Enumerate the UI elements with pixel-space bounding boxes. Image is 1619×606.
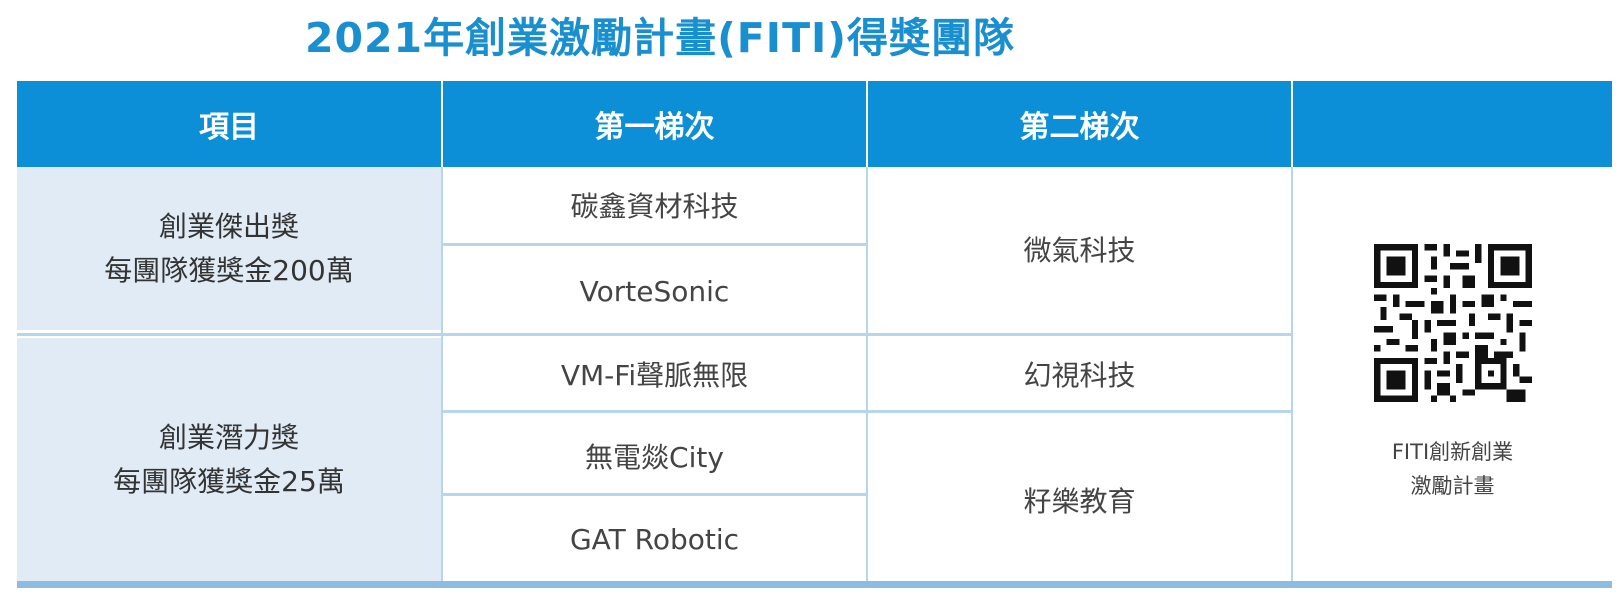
column-divider (1291, 167, 1293, 581)
team-first-3: VM-Fi聲脈無限 (443, 338, 866, 410)
column-divider (866, 167, 868, 581)
qr-caption-line1: FITI創新創業 (1391, 440, 1514, 465)
category-name: 創業傑出獎 (158, 210, 299, 244)
team-second-3: 籽樂教育 (868, 419, 1291, 581)
table-bottom-border (17, 581, 1612, 588)
category-outstanding: 創業傑出獎 每團隊獲獎金200萬 (17, 167, 441, 330)
team-first-4: 無電燚City (443, 419, 866, 493)
header-qr (1293, 81, 1612, 167)
team-second-2: 幻視科技 (868, 338, 1291, 410)
team-second-1: 微氣科技 (868, 167, 1291, 330)
category-prize: 每團隊獲獎金25萬 (113, 464, 345, 498)
category-prize: 每團隊獲獎金200萬 (104, 253, 354, 287)
section-divider (17, 333, 1293, 336)
row-divider (443, 243, 866, 246)
category-potential: 創業潛力獎 每團隊獲獎金25萬 (17, 338, 441, 581)
qr-caption: FITI創新創業 激勵計畫 (1392, 436, 1513, 503)
header-item: 項目 (17, 81, 441, 167)
page-title: 2021年創業激勵計畫(FITI)得獎團隊 (304, 14, 1016, 62)
team-first-5: GAT Robotic (443, 497, 866, 581)
row-divider (443, 493, 866, 496)
team-first-2: VorteSonic (443, 252, 866, 330)
qr-panel: FITI創新創業 激勵計畫 (1293, 167, 1612, 581)
qr-code-icon[interactable] (1373, 244, 1532, 403)
qr-caption-line2: 激勵計畫 (1410, 474, 1495, 498)
column-divider (441, 167, 443, 581)
header-first-batch: 第一梯次 (443, 81, 866, 167)
header-second-batch: 第二梯次 (868, 81, 1291, 167)
category-name: 創業潛力獎 (158, 421, 299, 455)
award-table: 項目 第一梯次 第二梯次 創業傑出獎 每團隊獲獎金200萬 創業潛力獎 每團隊獲… (17, 81, 1612, 588)
team-first-1: 碳鑫資材科技 (443, 167, 866, 243)
